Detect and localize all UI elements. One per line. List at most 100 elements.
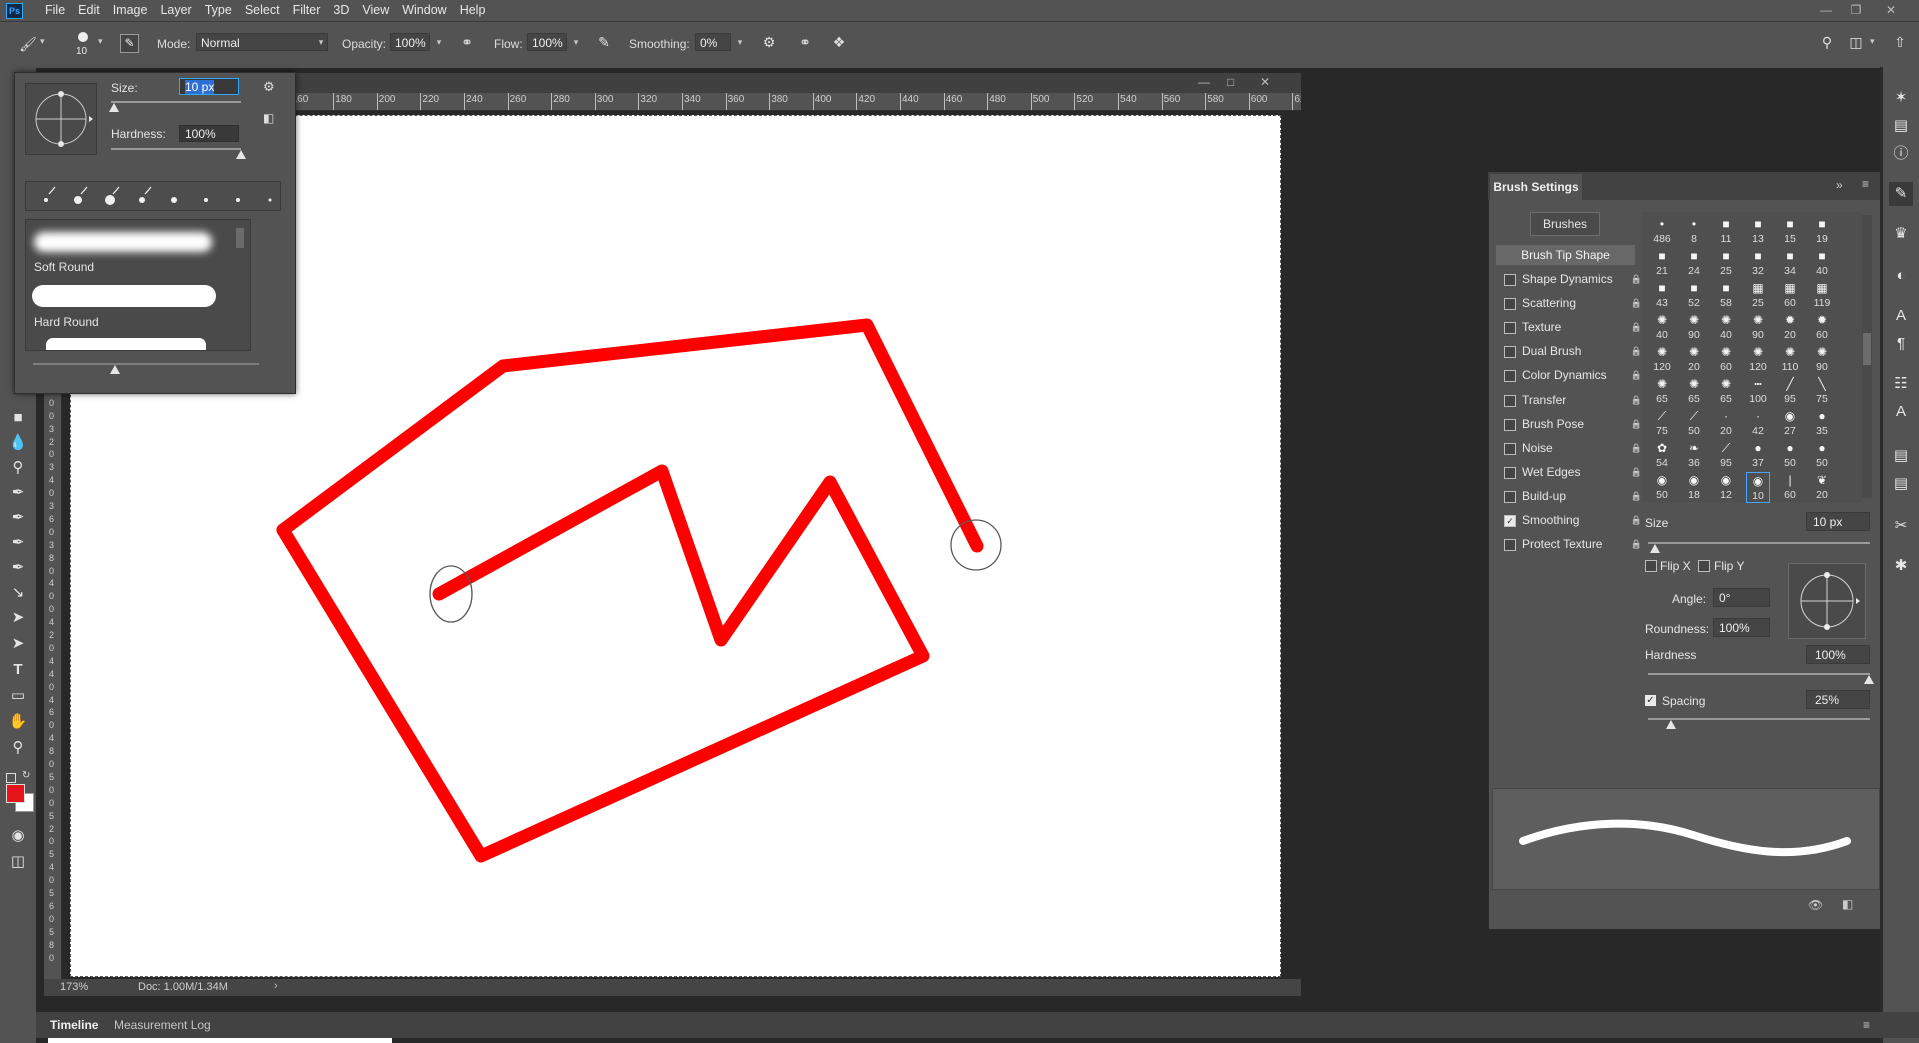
bs-size-input[interactable]: 10 px — [1806, 512, 1870, 531]
brush-tip[interactable]: ■ 25 — [1714, 248, 1738, 279]
lock-icon[interactable]: 🔒 — [1631, 364, 1642, 386]
bs-item-checkbox[interactable] — [1504, 370, 1516, 383]
convert-point-icon[interactable]: ↘ — [7, 582, 29, 604]
brush-tip[interactable]: ✺ 20 — [1682, 344, 1706, 375]
spacing-thumb[interactable] — [1666, 720, 1676, 729]
type-tool-icon[interactable]: T — [7, 659, 29, 681]
bs-hardness-slider[interactable] — [1648, 673, 1870, 675]
brush-tip[interactable]: ■ 32 — [1746, 248, 1770, 279]
brush-tip[interactable]: ■ 34 — [1778, 248, 1802, 279]
collapse-panel-icon[interactable]: » — [1836, 178, 1843, 192]
path-selection-icon[interactable]: ➤ — [7, 607, 29, 629]
panel-menu-icon[interactable]: ≡ — [1862, 177, 1869, 191]
blur-tool-icon[interactable]: 💧 — [7, 432, 29, 454]
gradient-tool-icon[interactable]: ■ — [7, 407, 29, 429]
properties-icon[interactable]: ▤ — [1889, 444, 1913, 468]
add-anchor-icon[interactable]: ✒ — [7, 557, 29, 579]
visibility-icon[interactable]: 👁 — [1808, 898, 1823, 912]
bs-item-checkbox[interactable] — [1504, 274, 1516, 286]
brush-tip[interactable]: ◉ 50 — [1650, 472, 1674, 503]
popup-hardness-input[interactable]: 100% — [179, 125, 239, 142]
status-arrow-icon[interactable]: › — [274, 980, 278, 992]
brush-tip[interactable]: ● 50 — [1810, 440, 1834, 471]
brush-tip[interactable]: ✿ 54 — [1650, 440, 1674, 471]
flow-chevron-icon[interactable]: ▾ — [569, 33, 583, 51]
pressure-opacity-icon[interactable]: ⚭ — [457, 32, 477, 52]
share-icon[interactable]: ⇧ — [1890, 32, 1910, 52]
pen-tool-icon[interactable]: ✒ — [7, 482, 29, 504]
bs-item-checkbox[interactable] — [1504, 346, 1516, 359]
brush-tip[interactable]: ✺ 40 — [1714, 312, 1738, 343]
brush-tip[interactable]: ◉ 10 — [1746, 472, 1770, 503]
brush-tip[interactable]: ■ 52 — [1682, 280, 1706, 311]
brush-tip[interactable]: ⟋ 75 — [1650, 408, 1674, 439]
brush-tip[interactable]: ◉ 27 — [1778, 408, 1802, 439]
character-icon[interactable]: A — [1889, 304, 1913, 328]
notes-icon[interactable]: ▤ — [1889, 472, 1913, 496]
angle-roundness-widget[interactable] — [1788, 563, 1866, 639]
histogram-icon[interactable]: ▤ — [1889, 114, 1913, 138]
brush-settings-tab[interactable]: Brush Settings — [1490, 174, 1582, 200]
flip-x-checkbox[interactable] — [1645, 560, 1657, 572]
brush-tip-preview[interactable] — [25, 83, 97, 155]
tab-timeline[interactable]: Timeline — [40, 1012, 108, 1038]
brush-tip[interactable]: ▦ 60 — [1778, 280, 1802, 311]
brush-tip[interactable]: ◉ 12 — [1714, 472, 1738, 503]
search-icon[interactable]: ⚲ — [1817, 32, 1837, 52]
brush-tip[interactable]: ✺ 60 — [1714, 344, 1738, 375]
brush-tip[interactable]: ✺ 40 — [1650, 312, 1674, 343]
foreground-color-swatch[interactable] — [6, 784, 25, 803]
swap-colors-icon[interactable]: ↻ — [22, 770, 30, 781]
bs-item-build-up[interactable]: Build-up 🔒 — [1496, 485, 1642, 507]
bs-item-checkbox[interactable] — [1504, 442, 1516, 455]
screen-mode-icon[interactable]: ◫ — [7, 851, 29, 873]
zoom-tool-icon[interactable]: ⚲ — [7, 737, 29, 759]
brush-tip[interactable]: ❦ 20 — [1810, 472, 1834, 503]
brush-tip[interactable]: ✺ 65 — [1714, 376, 1738, 407]
rectangle-tool-icon[interactable]: ▭ — [7, 685, 29, 707]
brush-tip[interactable]: ■ 21 — [1650, 248, 1674, 279]
freeform-pen-icon[interactable]: ✒ — [7, 507, 29, 529]
clone-source-icon[interactable]: ♛ — [1889, 222, 1913, 246]
info-icon[interactable]: ⓘ — [1889, 142, 1913, 166]
lock-icon[interactable]: 🔒 — [1631, 316, 1642, 338]
brush-tip[interactable]: ▦ 25 — [1746, 280, 1770, 311]
bs-hardness-thumb[interactable] — [1864, 675, 1874, 684]
bs-item-dual-brush[interactable]: Dual Brush 🔒 — [1496, 340, 1642, 362]
brush-tool-icon[interactable]: 🖌 — [18, 34, 38, 54]
curvature-pen-icon[interactable]: ✒ — [7, 532, 29, 554]
restore-icon[interactable]: ❐ — [1845, 1, 1867, 19]
menu-filter[interactable]: Filter — [293, 0, 329, 21]
dodge-tool-icon[interactable]: ⚲ — [7, 457, 29, 479]
bs-item-checkbox[interactable] — [1504, 418, 1516, 431]
brush-tip[interactable]: ■ 19 — [1810, 216, 1834, 247]
popup-size-input[interactable]: 10 px — [179, 78, 239, 95]
bs-size-thumb[interactable] — [1650, 544, 1660, 553]
brush-tip[interactable]: ╲ 75 — [1810, 376, 1834, 407]
bs-item-checkbox[interactable] — [1504, 394, 1516, 407]
brush-tip[interactable]: ● 37 — [1746, 440, 1770, 471]
brush-tip[interactable]: ■ 58 — [1714, 280, 1738, 311]
brush-tip[interactable]: ✺ 110 — [1778, 344, 1802, 375]
preset-preview-size-thumb[interactable] — [110, 365, 120, 374]
workspace-chevron-icon[interactable]: ▾ — [1870, 36, 1875, 47]
brush-size-readout[interactable]: 10 — [76, 46, 87, 57]
smoothing-input[interactable]: 0% — [695, 33, 731, 51]
bs-size-slider[interactable] — [1648, 542, 1870, 544]
workspace-icon[interactable]: ◫ — [1846, 32, 1866, 52]
preset-hard-round[interactable]: Hard Round — [28, 276, 228, 330]
preset-preview-size-slider[interactable] — [33, 363, 259, 365]
bs-item-checkbox[interactable] — [1504, 466, 1516, 479]
bs-item-protect-texture[interactable]: Protect Texture 🔒 — [1496, 533, 1642, 555]
pressure-size-icon[interactable]: ⚭ — [795, 32, 815, 52]
brush-settings-toggle-icon[interactable]: ✎ — [120, 34, 139, 53]
brush-tip[interactable]: ✹ 20 — [1778, 312, 1802, 343]
popup-hardness-thumb[interactable] — [236, 150, 246, 159]
bs-item-smoothing[interactable]: ✓ Smoothing 🔒 — [1496, 509, 1642, 531]
mode-select[interactable]: Normal — [196, 33, 328, 51]
quick-mask-icon[interactable]: ◉ — [7, 825, 29, 847]
brush-picker-chevron-icon[interactable]: ▾ — [98, 36, 103, 47]
minimize-icon[interactable]: — — [1815, 1, 1837, 19]
brush-tip[interactable]: ✺ 90 — [1746, 312, 1770, 343]
popup-gear-icon[interactable]: ⚙ — [263, 79, 275, 95]
